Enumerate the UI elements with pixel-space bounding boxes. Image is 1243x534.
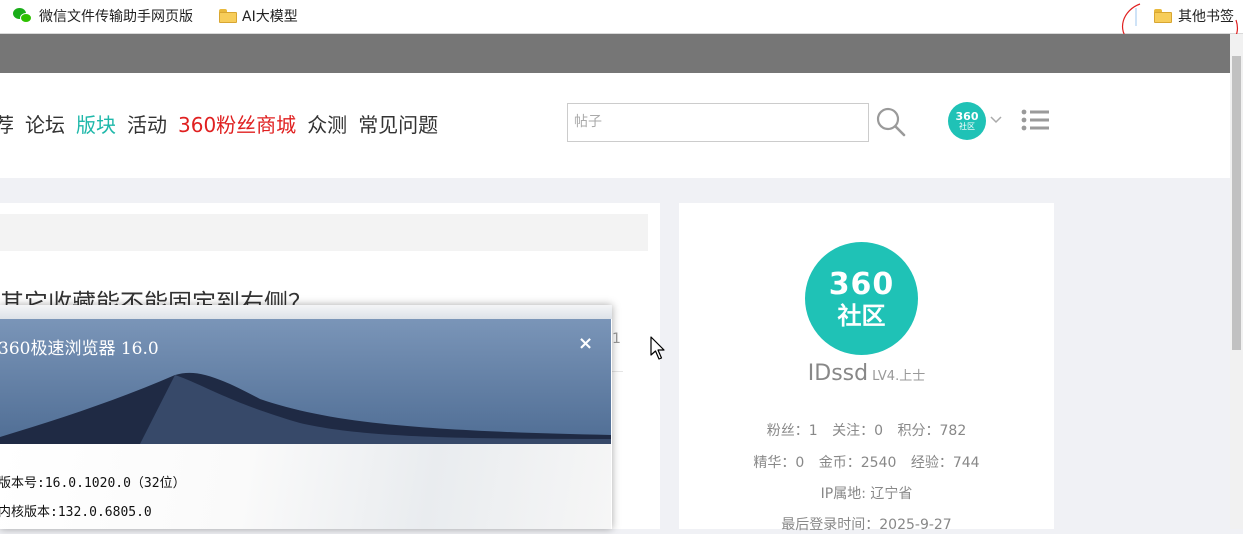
profile-name-row: IDssd LV4.上士 xyxy=(679,361,1054,386)
folder-icon xyxy=(1154,9,1172,23)
profile-card: 360 社区 IDssd LV4.上士 粉丝：1 关注：0 积分：782 精华：0… xyxy=(679,203,1054,533)
bookmark-label: AI大模型 xyxy=(242,9,298,25)
breadcrumb-strip xyxy=(0,214,648,251)
dialog-edge xyxy=(0,305,612,319)
bookmark-divider xyxy=(1135,8,1137,26)
stat-experience: 经验：744 xyxy=(910,455,980,471)
user-level: LV4.上士 xyxy=(872,369,926,384)
nav-item-sections[interactable]: 版块 xyxy=(76,109,116,138)
nav-item-events[interactable]: 活动 xyxy=(127,109,167,138)
menu-list-icon[interactable] xyxy=(1021,109,1049,131)
bookmarks-bar: 微信文件传输助手网页版 AI大模型 其他书签 xyxy=(0,0,1243,34)
dialog-title: 360极速浏览器 16.0 xyxy=(0,339,159,359)
bookmark-label: 其他书签 xyxy=(1178,9,1234,25)
site-top-bar xyxy=(0,34,1230,73)
stat-following[interactable]: 关注：0 xyxy=(832,423,883,439)
stats-row-2: 精华：0 金币：2540 经验：744 xyxy=(679,452,1054,472)
stats-row-1: 粉丝：1 关注：0 积分：782 xyxy=(679,420,1054,440)
last-login-time: 最后登录时间：2025-9-27 xyxy=(781,517,952,533)
username[interactable]: IDssd xyxy=(808,361,868,386)
dialog-header: 360极速浏览器 16.0 × xyxy=(0,319,611,444)
divider xyxy=(611,371,623,372)
search-box xyxy=(567,103,869,142)
nav-item-recommend[interactable]: 荐 xyxy=(0,109,14,138)
search-input[interactable] xyxy=(568,104,864,139)
close-icon[interactable]: × xyxy=(578,333,593,354)
bookmark-wechat[interactable]: 微信文件传输助手网页版 xyxy=(13,6,193,26)
stat-fans[interactable]: 粉丝：1 xyxy=(767,423,818,439)
nav-item-forum[interactable]: 论坛 xyxy=(25,109,65,138)
stat-points: 积分：782 xyxy=(897,423,967,439)
folder-icon xyxy=(219,9,237,23)
bookmark-ai-models[interactable]: AI大模型 xyxy=(219,6,298,26)
search-icon[interactable] xyxy=(876,107,906,137)
kernel-version: 内核版本:132.0.6805.0 xyxy=(0,505,152,520)
dialog-body: 版本号:16.0.1020.0（32位） 内核版本:132.0.6805.0 xyxy=(0,444,611,529)
user-avatar[interactable]: 360 社区 xyxy=(948,102,986,140)
mouse-cursor-icon xyxy=(650,336,665,360)
wechat-icon xyxy=(13,7,33,25)
stat-coins: 金币：2540 xyxy=(818,455,897,471)
scrollbar-thumb[interactable] xyxy=(1232,56,1241,350)
nav-item-faq[interactable]: 常见问题 xyxy=(358,109,438,138)
profile-avatar[interactable]: 360 社区 xyxy=(805,242,918,355)
bookmark-label: 微信文件传输助手网页版 xyxy=(39,9,193,25)
nav-item-crowdtest[interactable]: 众测 xyxy=(307,109,347,138)
chevron-down-icon[interactable] xyxy=(990,114,1002,124)
bookmark-other[interactable]: 其他书签 xyxy=(1154,6,1234,26)
ip-location: IP属地: 辽宁省 xyxy=(820,486,913,502)
nav-item-fan-mall[interactable]: 360粉丝商城 xyxy=(178,109,296,138)
about-dialog: 360极速浏览器 16.0 × 版本号:16.0.1020.0（32位） 内核版… xyxy=(0,305,612,529)
stat-essence: 精华：0 xyxy=(753,455,805,471)
site-nav: 荐 论坛 版块 活动 360粉丝商城 众测 常见问题 360 社区 xyxy=(0,73,1230,178)
post-count: 1 xyxy=(612,331,621,347)
version-number: 版本号:16.0.1020.0（32位） xyxy=(0,476,186,491)
